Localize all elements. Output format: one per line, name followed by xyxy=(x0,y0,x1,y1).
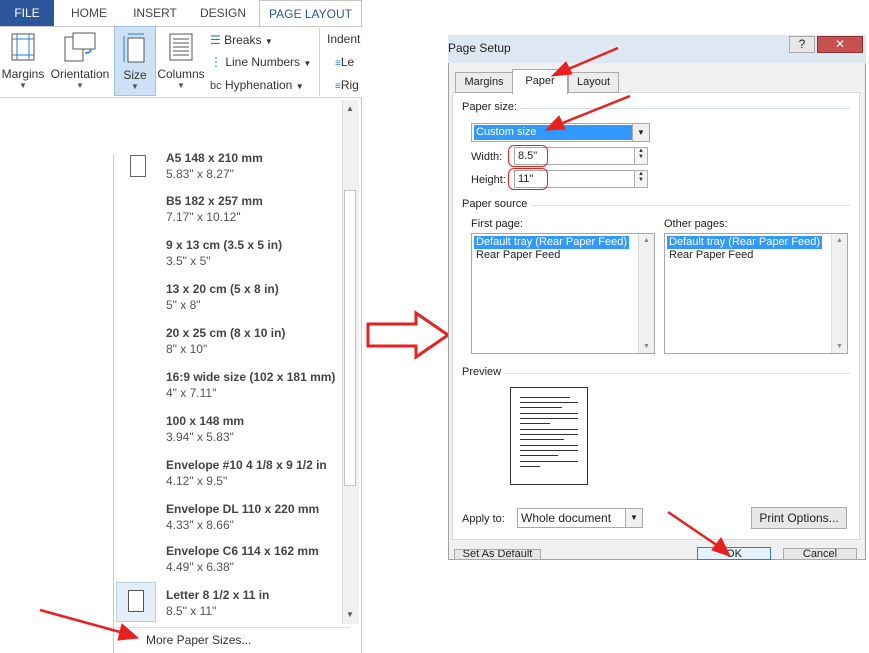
annotation-arrowhead xyxy=(711,537,731,557)
annotation-arrow xyxy=(39,608,121,634)
annotation-arrow xyxy=(565,46,619,72)
annotation-arrowhead xyxy=(544,115,566,131)
annotation-arrowhead xyxy=(117,623,140,641)
annotation-arrow xyxy=(559,94,631,126)
annotation-arrow xyxy=(667,510,719,548)
annotation-arrows xyxy=(39,46,731,641)
annotation-arrowhead xyxy=(550,61,573,77)
